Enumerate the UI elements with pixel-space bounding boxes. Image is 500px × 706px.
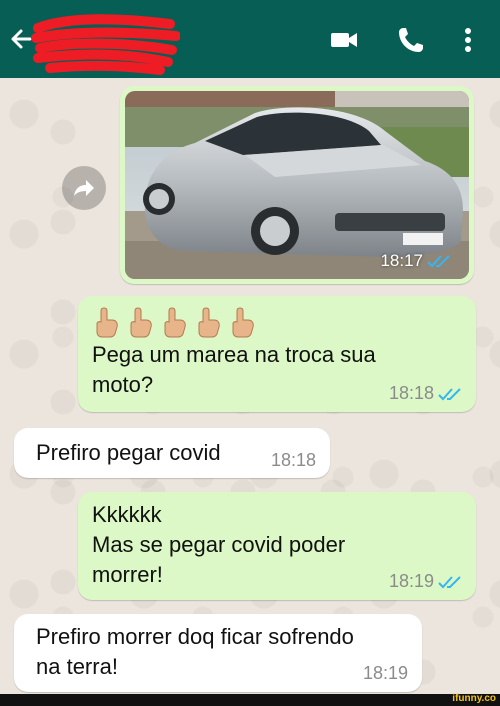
message-bubble[interactable]: Prefiro pegar covid 18:18 — [14, 428, 330, 478]
chat-header — [0, 0, 500, 78]
car-photo[interactable]: 18:17 — [125, 91, 469, 279]
pointing-up-emoji — [130, 307, 152, 338]
emoji-row — [92, 306, 376, 338]
pointing-up-emoji — [198, 307, 220, 338]
message-text-line: moto? — [92, 372, 154, 397]
message-text-line: Mas se pegar covid poder — [92, 532, 346, 557]
message-time: 18:19 — [362, 663, 408, 683]
video-call-icon[interactable] — [328, 24, 360, 56]
message-time: 18:17 — [380, 251, 451, 271]
phone-icon[interactable] — [395, 24, 427, 56]
more-vert-icon[interactable] — [452, 24, 484, 56]
pointing-up-emoji — [96, 307, 118, 338]
watermark-logo: ifunny.co — [452, 693, 496, 704]
message-text-line: Prefiro morrer doq ficar sofrendo — [36, 624, 354, 649]
read-receipt-icon — [438, 575, 461, 588]
message-text-line: Pega um marea na troca sua — [92, 342, 376, 367]
message-bubble[interactable]: Prefiro morrer doq ficar sofrendo na ter… — [14, 614, 422, 692]
message-text-line: Kkkkkk — [92, 502, 162, 527]
message-bubble[interactable]: Pega um marea na troca sua moto? 18:18 — [78, 296, 476, 412]
message-time: 18:19 — [389, 571, 462, 592]
pointing-up-emoji — [232, 307, 254, 338]
message-text-line: Prefiro pegar covid — [36, 440, 221, 465]
redaction-scribble — [31, 14, 180, 75]
message-text-line: morrer! — [92, 562, 163, 587]
pointing-up-emoji — [164, 307, 186, 338]
message-time: 18:18 — [270, 450, 316, 470]
message-bubble[interactable]: Kkkkkk Mas se pegar covid poder morrer! … — [78, 492, 476, 600]
forward-button[interactable] — [62, 166, 106, 210]
message-time: 18:18 — [389, 383, 462, 404]
message-text-line: na terra! — [36, 654, 118, 679]
watermark-bar: ifunny.co — [0, 693, 500, 706]
read-receipt-icon — [427, 255, 450, 268]
forward-icon — [74, 180, 94, 196]
read-receipt-icon — [438, 387, 461, 400]
image-message[interactable]: 18:17 — [120, 86, 474, 284]
